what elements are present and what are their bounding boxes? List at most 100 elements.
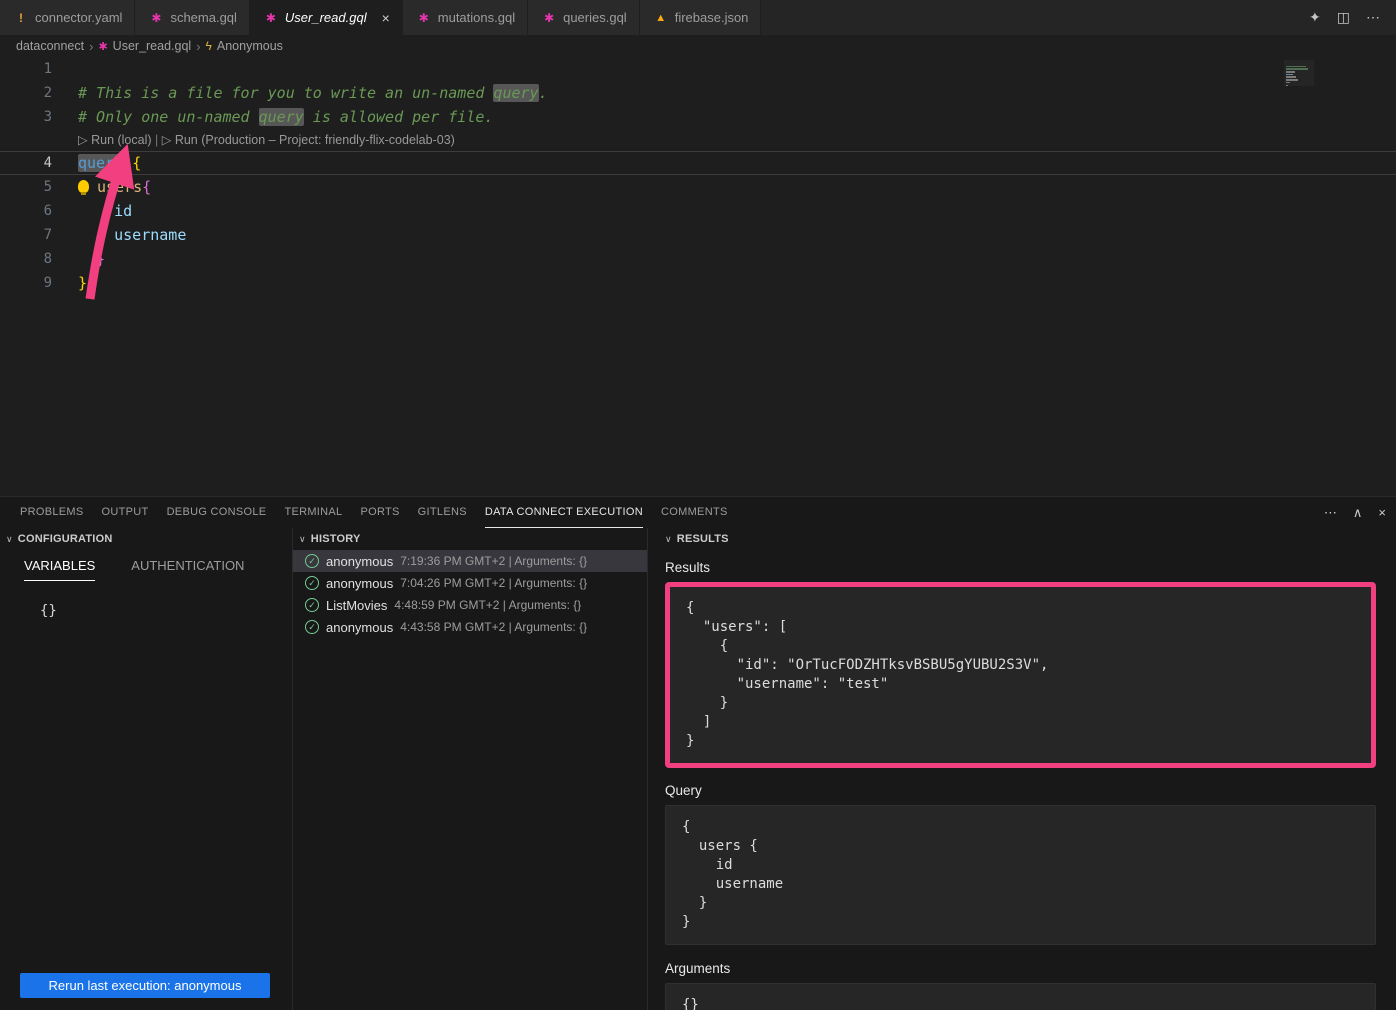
panel-tab-comments[interactable]: COMMENTS	[661, 497, 728, 528]
history-item[interactable]: ✓anonymous7:19:36 PM GMT+2 | Arguments: …	[293, 550, 647, 572]
line-number: 4	[0, 151, 52, 175]
data-connect-execution-view: ∨ CONFIGURATION VARIABLES AUTHENTICATION…	[0, 528, 1396, 1010]
panel-more-actions-icon[interactable]: ⋯	[1324, 505, 1337, 521]
graphql-icon: ✱	[542, 11, 556, 25]
line-content	[52, 57, 78, 81]
tab-queries.gql[interactable]: ✱ queries.gql	[528, 0, 640, 35]
history-item[interactable]: ✓anonymous7:04:26 PM GMT+2 | Arguments: …	[293, 572, 647, 594]
configuration-section: ∨ CONFIGURATION VARIABLES AUTHENTICATION…	[0, 528, 293, 1010]
breadcrumb-item[interactable]: dataconnect	[16, 39, 84, 53]
code-line[interactable]: 7 username	[0, 223, 1396, 247]
operation-icon: ϟ	[206, 39, 212, 53]
line-content: users{	[52, 175, 151, 199]
line-number: 2	[0, 81, 52, 105]
code-line[interactable]: 1	[0, 57, 1396, 81]
variables-value[interactable]: {}	[40, 603, 292, 619]
query-label: Query	[665, 783, 1376, 798]
code-line[interactable]: 3# Only one un-named query is allowed pe…	[0, 105, 1396, 129]
vscode-window: !connector.yaml✱schema.gql✱User_read.gql…	[0, 0, 1396, 1010]
panel-tab-gitlens[interactable]: GITLENS	[418, 497, 467, 528]
history-section: ∨ HISTORY ✓ anonymous 7:19:36 PM GMT+2 | A…	[293, 528, 648, 1010]
history-meta: 7:19:36 PM GMT+2 | Arguments: {}	[400, 554, 587, 568]
success-check-icon: ✓	[305, 576, 319, 590]
line-number: 7	[0, 223, 52, 247]
panel-tab-ports[interactable]: PORTS	[360, 497, 399, 528]
line-content: query {	[52, 151, 141, 175]
tab-connector.yaml[interactable]: !connector.yaml	[0, 0, 135, 35]
breadcrumb-separator-icon: ›	[89, 39, 93, 54]
run-production-link[interactable]: ▷ Run (Production – Project: friendly-fl…	[162, 133, 455, 147]
panel-actions: ⋯ ∧ ×	[1324, 497, 1386, 528]
tab-label: firebase.json	[675, 10, 749, 25]
minimap[interactable]	[1284, 60, 1314, 86]
code-line[interactable]: 2# This is a file for you to write an un…	[0, 81, 1396, 105]
panel-maximize-icon[interactable]: ∧	[1353, 505, 1363, 521]
line-content: }	[52, 271, 87, 295]
run-local-link[interactable]: ▷ Run (local)	[78, 133, 152, 147]
tab-variables[interactable]: VARIABLES	[24, 558, 95, 581]
code-line[interactable]: 6 id	[0, 199, 1396, 223]
editor-tab-actions: ✦ ◫ ⋯	[1309, 0, 1396, 35]
success-check-icon: ✓	[305, 620, 319, 634]
tab-schema.gql[interactable]: ✱schema.gql	[135, 0, 249, 35]
panel-tab-problems[interactable]: PROBLEMS	[20, 497, 84, 528]
bottom-panel: PROBLEMS OUTPUT DEBUG CONSOLE TERMINAL PORTS…	[0, 496, 1396, 1010]
history-item[interactable]: ✓ListMovies4:48:59 PM GMT+2 | Arguments:…	[293, 594, 647, 616]
line-content: # Only one un-named query is allowed per…	[52, 105, 493, 129]
results-label: Results	[665, 560, 1376, 575]
history-title: HISTORY	[311, 533, 361, 545]
codelens: ▷ Run (local) | ▷ Run (Production – Proj…	[0, 129, 1396, 151]
history-operation-name: anonymous	[326, 554, 393, 569]
breadcrumb-separator-icon: ›	[196, 39, 200, 54]
results-header[interactable]: ∨ RESULTS	[665, 528, 1376, 550]
line-number: 8	[0, 247, 52, 271]
tab-label: queries.gql	[563, 10, 627, 25]
history-meta: 4:43:58 PM GMT+2 | Arguments: {}	[400, 620, 587, 634]
panel-tab-output[interactable]: OUTPUT	[102, 497, 149, 528]
editor-tabs: !connector.yaml✱schema.gql✱User_read.gql…	[0, 0, 761, 35]
rerun-last-execution-button[interactable]: Rerun last execution: anonymous	[20, 973, 270, 998]
lightbulb-icon[interactable]	[78, 180, 89, 193]
firebase-icon: ▲	[654, 12, 668, 24]
tab-mutations.gql[interactable]: ✱mutations.gql	[403, 0, 528, 35]
breadcrumb: dataconnect›✱User_read.gql›ϟAnonymous	[0, 35, 1396, 57]
history-meta: 4:48:59 PM GMT+2 | Arguments: {}	[394, 598, 581, 612]
chevron-down-icon: ∨	[299, 534, 306, 545]
close-tab-icon[interactable]: ×	[382, 10, 390, 26]
tab-firebase.json[interactable]: ▲ firebase.json	[640, 0, 762, 35]
code-editor[interactable]: 12# This is a file for you to write an u…	[0, 57, 1396, 496]
line-content: id	[52, 199, 132, 223]
panel-tab-debug-console[interactable]: DEBUG CONSOLE	[167, 497, 267, 528]
code-line[interactable]: 4query {	[0, 151, 1396, 175]
code-line[interactable]: 9}	[0, 271, 1396, 295]
breadcrumb-item[interactable]: User_read.gql	[113, 39, 192, 53]
chevron-down-icon: ∨	[6, 534, 13, 545]
history-list: ✓ anonymous 7:19:36 PM GMT+2 | Arguments: …	[293, 550, 647, 638]
panel-close-icon[interactable]: ×	[1378, 505, 1386, 520]
graphql-icon: ✱	[149, 11, 163, 25]
breadcrumb-item[interactable]: Anonymous	[217, 39, 283, 53]
tab-User_read.gql[interactable]: ✱User_read.gql×	[250, 0, 403, 35]
results-title: RESULTS	[677, 533, 729, 545]
arguments-box: {}	[665, 983, 1376, 1010]
arguments-label: Arguments	[665, 961, 1376, 976]
history-item[interactable]: ✓anonymous4:43:58 PM GMT+2 | Arguments: …	[293, 616, 647, 638]
code-line[interactable]: 8 }	[0, 247, 1396, 271]
panel-tab-data-connect-execution[interactable]: DATA CONNECT EXECUTION	[485, 497, 643, 528]
chevron-down-icon: ∨	[665, 534, 672, 545]
configuration-header[interactable]: ∨ CONFIGURATION	[0, 528, 292, 550]
copilot-sparkle-icon[interactable]: ✦	[1309, 9, 1321, 26]
panel-tab-terminal[interactable]: TERMINAL	[284, 497, 342, 528]
line-number: 5	[0, 175, 52, 199]
tab-authentication[interactable]: AUTHENTICATION	[131, 558, 244, 581]
split-editor-icon[interactable]: ◫	[1337, 9, 1350, 26]
code-area: 12# This is a file for you to write an u…	[0, 57, 1396, 295]
history-header[interactable]: ∨ HISTORY	[293, 528, 647, 550]
editor-more-actions-icon[interactable]: ⋯	[1366, 9, 1380, 26]
code-line[interactable]: 5users{	[0, 175, 1396, 199]
tab-label: User_read.gql	[285, 10, 367, 25]
line-content: # This is a file for you to write an un-…	[52, 81, 548, 105]
history-operation-name: ListMovies	[326, 598, 387, 613]
tab-label: connector.yaml	[35, 10, 122, 25]
line-number: 6	[0, 199, 52, 223]
